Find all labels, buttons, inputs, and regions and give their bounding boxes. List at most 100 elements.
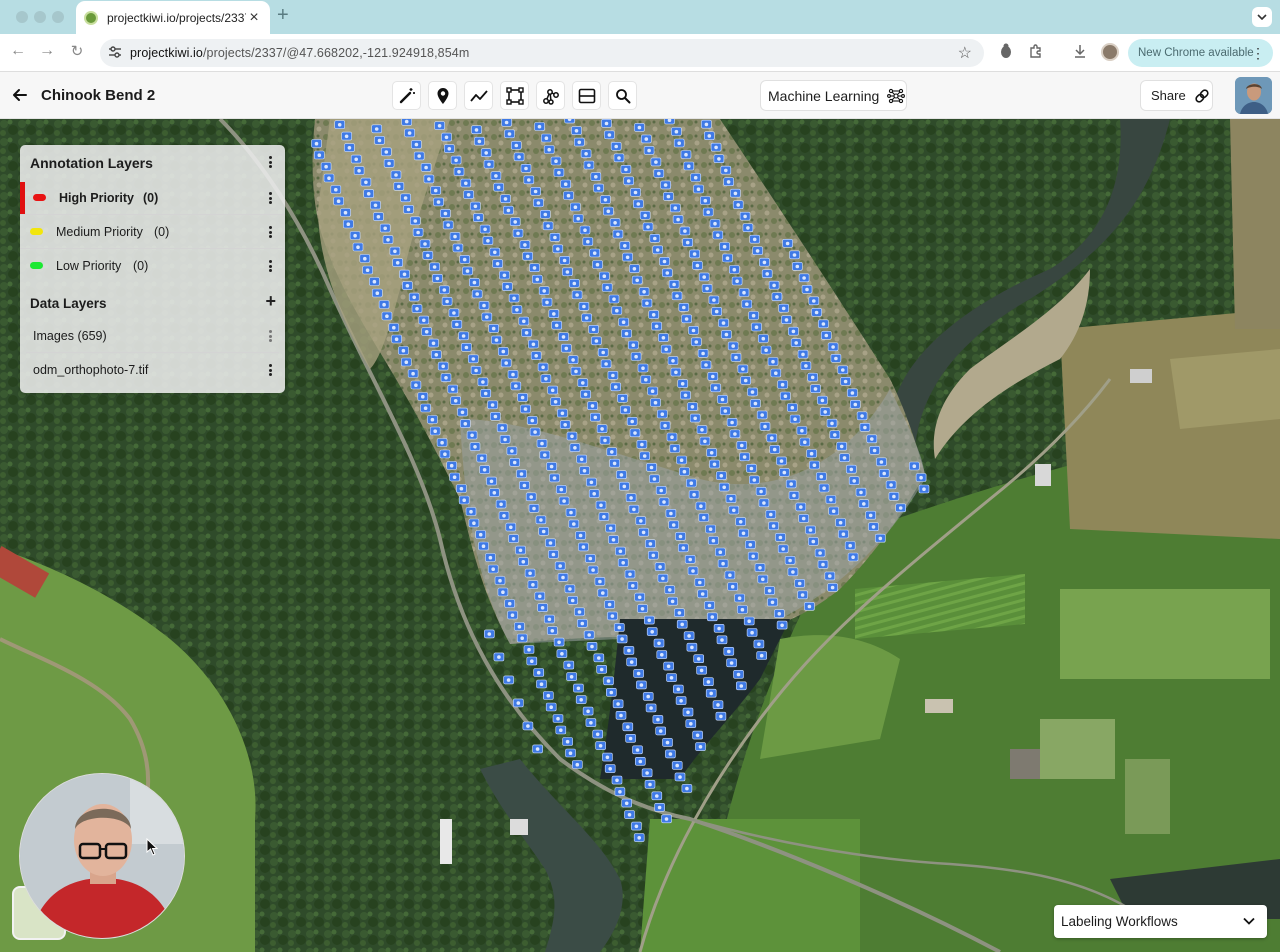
camera-marker-icon[interactable]	[739, 452, 750, 462]
camera-marker-icon[interactable]	[778, 468, 790, 477]
camera-marker-icon[interactable]	[480, 388, 492, 398]
camera-marker-icon[interactable]	[598, 512, 610, 521]
camera-marker-icon[interactable]	[506, 446, 518, 456]
camera-marker-icon[interactable]	[497, 347, 509, 356]
camera-marker-icon[interactable]	[866, 434, 878, 444]
camera-marker-icon[interactable]	[545, 702, 557, 712]
user-avatar[interactable]	[1235, 77, 1272, 114]
camera-marker-icon[interactable]	[786, 403, 798, 412]
camera-marker-icon[interactable]	[619, 241, 631, 250]
chrome-menu-icon[interactable]: ⋮	[1251, 45, 1265, 62]
camera-marker-icon[interactable]	[667, 596, 678, 606]
camera-marker-icon[interactable]	[777, 544, 789, 554]
camera-marker-icon[interactable]	[482, 236, 494, 245]
camera-marker-icon[interactable]	[715, 471, 727, 480]
camera-marker-icon[interactable]	[483, 159, 495, 169]
camera-marker-icon[interactable]	[732, 200, 744, 209]
camera-marker-icon[interactable]	[740, 376, 752, 385]
camera-marker-icon[interactable]	[440, 209, 451, 218]
camera-marker-icon[interactable]	[728, 505, 740, 515]
camera-marker-icon[interactable]	[613, 153, 625, 163]
camera-marker-icon[interactable]	[616, 634, 628, 644]
camera-marker-icon[interactable]	[388, 323, 400, 332]
camera-marker-icon[interactable]	[597, 588, 609, 598]
camera-marker-icon[interactable]	[696, 665, 707, 675]
camera-marker-icon[interactable]	[519, 480, 530, 490]
camera-marker-icon[interactable]	[560, 179, 572, 189]
camera-marker-icon[interactable]	[827, 583, 838, 592]
camera-marker-icon[interactable]	[756, 410, 768, 420]
camera-marker-icon[interactable]	[541, 133, 552, 143]
camera-marker-icon[interactable]	[677, 379, 689, 388]
camera-marker-icon[interactable]	[522, 251, 534, 261]
camera-marker-icon[interactable]	[341, 131, 352, 141]
camera-marker-icon[interactable]	[689, 249, 700, 259]
profile-avatar-icon[interactable]	[1101, 43, 1119, 61]
camera-marker-icon[interactable]	[667, 356, 679, 365]
camera-marker-icon[interactable]	[547, 385, 559, 395]
camera-marker-icon[interactable]	[730, 353, 742, 362]
camera-marker-icon[interactable]	[827, 342, 839, 352]
camera-marker-icon[interactable]	[719, 242, 730, 251]
camera-marker-icon[interactable]	[718, 482, 730, 492]
camera-marker-icon[interactable]	[653, 169, 665, 178]
machine-learning-button[interactable]: Machine Learning	[760, 80, 907, 111]
camera-marker-icon[interactable]	[724, 570, 736, 580]
camera-marker-icon[interactable]	[845, 464, 857, 474]
camera-marker-icon[interactable]	[734, 593, 745, 603]
camera-marker-icon[interactable]	[675, 696, 687, 705]
camera-marker-icon[interactable]	[647, 386, 658, 396]
reload-icon[interactable]: ↻	[67, 42, 87, 60]
camera-marker-icon[interactable]	[568, 519, 580, 529]
camera-marker-icon[interactable]	[617, 393, 628, 403]
camera-marker-icon[interactable]	[537, 362, 549, 372]
camera-marker-icon[interactable]	[459, 419, 471, 428]
camera-marker-icon[interactable]	[617, 558, 629, 567]
camera-marker-icon[interactable]	[575, 531, 586, 540]
camera-marker-icon[interactable]	[513, 152, 525, 162]
camera-marker-icon[interactable]	[427, 415, 438, 424]
camera-marker-icon[interactable]	[625, 493, 637, 503]
camera-marker-icon[interactable]	[665, 749, 676, 759]
camera-marker-icon[interactable]	[429, 262, 440, 272]
camera-marker-icon[interactable]	[494, 576, 506, 585]
camera-marker-icon[interactable]	[611, 306, 623, 315]
camera-marker-icon[interactable]	[371, 288, 383, 298]
camera-marker-icon[interactable]	[449, 472, 460, 482]
camera-marker-icon[interactable]	[616, 470, 627, 480]
camera-marker-icon[interactable]	[650, 398, 661, 407]
camera-marker-icon[interactable]	[596, 424, 608, 434]
camera-marker-icon[interactable]	[411, 140, 422, 149]
annotation-layer-medium-priority[interactable]: Medium Priority (0)	[20, 215, 285, 249]
camera-marker-icon[interactable]	[471, 289, 483, 299]
forward-nav-icon[interactable]: →	[37, 42, 57, 60]
camera-marker-icon[interactable]	[712, 700, 724, 710]
camera-marker-icon[interactable]	[481, 312, 493, 322]
camera-marker-icon[interactable]	[704, 600, 715, 610]
camera-marker-icon[interactable]	[491, 335, 502, 345]
camera-marker-icon[interactable]	[362, 265, 373, 275]
camera-marker-icon[interactable]	[526, 656, 538, 666]
camera-marker-icon[interactable]	[539, 210, 551, 219]
data-layer-orthophoto[interactable]: odm_orthophoto-7.tif	[26, 353, 279, 387]
camera-marker-icon[interactable]	[885, 480, 897, 490]
camera-marker-icon[interactable]	[730, 188, 741, 198]
camera-marker-icon[interactable]	[452, 243, 464, 253]
camera-marker-icon[interactable]	[690, 173, 702, 182]
camera-marker-icon[interactable]	[717, 394, 728, 404]
camera-marker-icon[interactable]	[423, 174, 435, 184]
camera-marker-icon[interactable]	[489, 247, 501, 257]
camera-marker-icon[interactable]	[580, 389, 591, 399]
camera-marker-icon[interactable]	[632, 199, 644, 209]
camera-marker-icon[interactable]	[703, 677, 714, 687]
camera-marker-icon[interactable]	[493, 652, 505, 662]
annotation-layers-menu-icon[interactable]	[265, 155, 275, 169]
camera-marker-icon[interactable]	[389, 246, 401, 256]
camera-marker-icon[interactable]	[503, 675, 514, 685]
camera-marker-icon[interactable]	[532, 744, 543, 754]
camera-marker-icon[interactable]	[799, 437, 811, 447]
camera-marker-icon[interactable]	[814, 548, 826, 558]
address-bar[interactable]: projectkiwi.io/projects/2337/@47.668202,…	[100, 39, 984, 67]
camera-marker-icon[interactable]	[807, 537, 819, 546]
camera-marker-icon[interactable]	[748, 311, 759, 320]
